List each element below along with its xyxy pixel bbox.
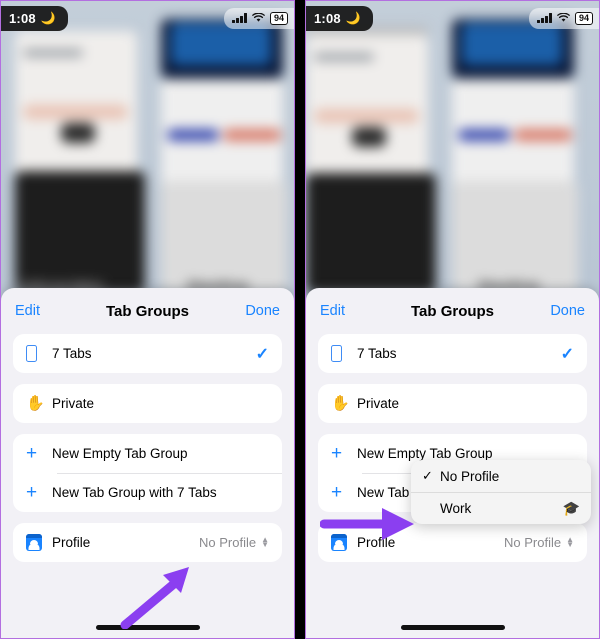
popup-item-work[interactable]: Work 🎓 [411, 492, 591, 524]
sheet-header: Edit Tab Groups Done [306, 288, 599, 334]
tab-groups-sheet: Edit Tab Groups Done 7 Tabs ✓ ✋ Private [306, 288, 599, 638]
popup-item-label: Work [440, 500, 472, 516]
chevron-up-down-icon[interactable]: ▲ ▼ [566, 536, 574, 548]
plus-icon: + [26, 443, 38, 464]
checkmark-icon: ✓ [255, 345, 269, 363]
right-phone-screenshot: ShareDrop 1:08 🌙 94 Edit Tab Groups Done… [305, 0, 600, 639]
row-label: New Empty Tab Group [52, 446, 188, 461]
popup-item-label: No Profile [440, 468, 500, 484]
profile-selection-popup: ✓ No Profile Work 🎓 [411, 460, 591, 524]
group-current-tabs: 7 Tabs ✓ [13, 334, 282, 373]
group-new-tab-groups: + New Empty Tab Group + New Tab Group wi… [13, 434, 282, 512]
iphone-icon [331, 345, 357, 362]
row-label: Private [52, 396, 95, 411]
group-private: ✋ Private [318, 384, 587, 423]
sheet-header: Edit Tab Groups Done [1, 288, 294, 334]
popup-item-no-profile[interactable]: ✓ No Profile [411, 460, 591, 492]
row-7-tabs[interactable]: 7 Tabs ✓ [13, 334, 282, 373]
plus-icon: + [331, 443, 343, 464]
edit-button[interactable]: Edit [320, 303, 345, 319]
home-indicator [400, 625, 505, 630]
row-7-tabs[interactable]: 7 Tabs ✓ [318, 334, 587, 373]
row-private[interactable]: ✋ Private [13, 384, 282, 423]
row-label: Profile [52, 535, 91, 550]
chevron-up-down-icon[interactable]: ▲ ▼ [261, 536, 269, 548]
profile-value: No Profile [199, 535, 257, 550]
row-new-empty-tab-group[interactable]: + New Empty Tab Group [13, 434, 282, 473]
row-label: Profile [357, 535, 396, 550]
tab-groups-sheet: Edit Tab Groups Done 7 Tabs ✓ ✋ Private [1, 288, 294, 638]
home-indicator [95, 625, 200, 630]
row-profile[interactable]: Profile No Profile ▲ ▼ [318, 523, 587, 562]
checkmark-icon: ✓ [560, 345, 574, 363]
group-private: ✋ Private [13, 384, 282, 423]
row-private[interactable]: ✋ Private [318, 384, 587, 423]
plus-icon: + [331, 482, 343, 503]
row-label: New Tab Group with 7 Tabs [52, 485, 217, 500]
screenshot-stage: Confirm your Address ShareDrop 1:08 🌙 94 [0, 0, 600, 639]
checkmark-icon: ✓ [422, 468, 433, 483]
group-current-tabs: 7 Tabs ✓ [318, 334, 587, 373]
contact-card-icon [26, 534, 52, 551]
row-profile[interactable]: Profile No Profile ▲ ▼ [13, 523, 282, 562]
hand-raised-icon: ✋ [26, 395, 45, 412]
done-button[interactable]: Done [245, 303, 280, 319]
row-label: Private [357, 396, 400, 411]
edit-button[interactable]: Edit [15, 303, 40, 319]
hand-raised-icon: ✋ [331, 395, 350, 412]
iphone-icon [26, 345, 52, 362]
group-profile: Profile No Profile ▲ ▼ [318, 523, 587, 562]
group-profile: Profile No Profile ▲ ▼ [13, 523, 282, 562]
plus-icon: + [26, 482, 38, 503]
row-new-tab-group-with-tabs[interactable]: + New Tab Group with 7 Tabs [13, 473, 282, 512]
row-label: New Empty Tab Group [357, 446, 493, 461]
left-phone-screenshot: Confirm your Address ShareDrop 1:08 🌙 94 [0, 0, 295, 639]
done-button[interactable]: Done [550, 303, 585, 319]
profile-value: No Profile [504, 535, 562, 550]
row-label: 7 Tabs [357, 346, 397, 361]
graduation-cap-icon: 🎓 [562, 500, 580, 516]
row-label: 7 Tabs [52, 346, 92, 361]
contact-card-icon [331, 534, 357, 551]
